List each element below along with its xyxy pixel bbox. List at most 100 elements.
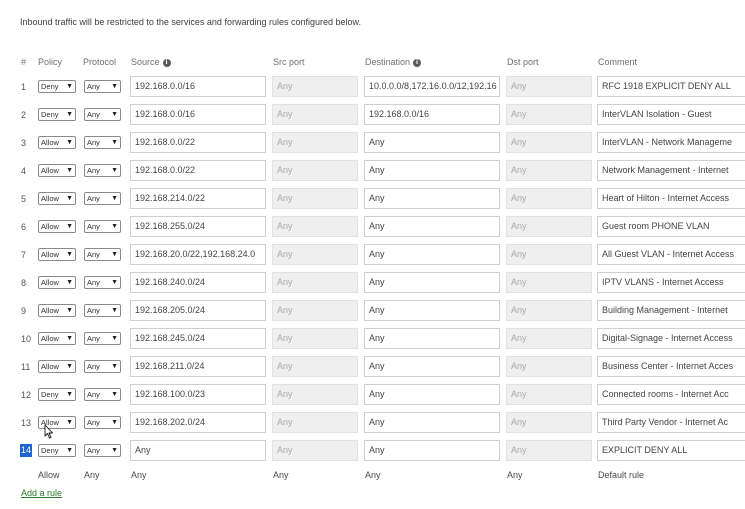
source-input[interactable]: 192.168.214.0/22 — [130, 188, 266, 209]
protocol-select[interactable]: Any ▼ — [84, 220, 121, 233]
src-port-input[interactable]: Any — [272, 384, 358, 405]
protocol-select[interactable]: Any ▼ — [84, 164, 121, 177]
destination-input[interactable]: Any — [364, 356, 500, 377]
comment-input[interactable]: Building Management - Internet — [597, 300, 745, 321]
dst-port-input[interactable]: Any — [506, 300, 592, 321]
dst-port-input[interactable]: Any — [506, 440, 592, 461]
add-rule-link[interactable]: Add a rule — [21, 488, 62, 498]
info-icon[interactable]: i — [162, 58, 171, 67]
source-input[interactable]: 192.168.245.0/24 — [130, 328, 266, 349]
comment-input[interactable]: RFC 1918 EXPLICIT DENY ALL — [597, 76, 745, 97]
source-input[interactable]: 192.168.202.0/24 — [130, 412, 266, 433]
destination-input[interactable]: Any — [364, 412, 500, 433]
destination-input[interactable]: 192.168.0.0/16 — [364, 104, 500, 125]
src-port-input[interactable]: Any — [272, 328, 358, 349]
src-port-input[interactable]: Any — [272, 132, 358, 153]
src-port-input[interactable]: Any — [272, 356, 358, 377]
dst-port-input[interactable]: Any — [506, 216, 592, 237]
comment-input[interactable]: InterVLAN Isolation - Guest — [597, 104, 745, 125]
destination-input[interactable]: Any — [364, 440, 500, 461]
src-port-input[interactable]: Any — [272, 160, 358, 181]
source-input[interactable]: 192.168.20.0/22,192.168.24.0 — [130, 244, 266, 265]
dst-port-input[interactable]: Any — [506, 104, 592, 125]
source-input[interactable]: 192.168.100.0/23 — [130, 384, 266, 405]
src-port-input[interactable]: Any — [272, 188, 358, 209]
protocol-select[interactable]: Any ▼ — [84, 444, 121, 457]
src-port-input[interactable]: Any — [272, 440, 358, 461]
dst-port-input[interactable]: Any — [506, 132, 592, 153]
policy-select[interactable]: Deny ▼ — [38, 444, 76, 457]
destination-input[interactable]: Any — [364, 244, 500, 265]
protocol-select[interactable]: Any ▼ — [84, 304, 121, 317]
src-port-input[interactable]: Any — [272, 412, 358, 433]
source-input[interactable]: 192.168.0.0/16 — [130, 104, 266, 125]
protocol-select[interactable]: Any ▼ — [84, 360, 121, 373]
protocol-select[interactable]: Any ▼ — [84, 192, 121, 205]
comment-input[interactable]: Business Center - Internet Acces — [597, 356, 745, 377]
protocol-select[interactable]: Any ▼ — [84, 108, 121, 121]
comment-input[interactable]: IPTV VLANS - Internet Access — [597, 272, 745, 293]
destination-input[interactable]: Any — [364, 300, 500, 321]
source-input[interactable]: 192.168.0.0/22 — [130, 132, 266, 153]
destination-input[interactable]: Any — [364, 132, 500, 153]
comment-input[interactable]: Network Management - Internet — [597, 160, 745, 181]
policy-select[interactable]: Deny ▼ — [38, 80, 76, 93]
protocol-select[interactable]: Any ▼ — [84, 276, 121, 289]
source-input[interactable]: 192.168.240.0/24 — [130, 272, 266, 293]
protocol-select[interactable]: Any ▼ — [84, 248, 121, 261]
comment-input[interactable]: All Guest VLAN - Internet Access — [597, 244, 745, 265]
src-port-input[interactable]: Any — [272, 76, 358, 97]
comment-input[interactable]: InterVLAN - Network Manageme — [597, 132, 745, 153]
protocol-select[interactable]: Any ▼ — [84, 416, 121, 429]
info-icon[interactable]: i — [413, 58, 422, 67]
source-input[interactable]: 192.168.255.0/24 — [130, 216, 266, 237]
comment-input[interactable]: Heart of Hilton - Internet Access — [597, 188, 745, 209]
destination-input[interactable]: 10.0.0.0/8,172.16.0.0/12,192.16 — [364, 76, 500, 97]
comment-input[interactable]: EXPLICIT DENY ALL — [597, 440, 745, 461]
policy-select[interactable]: Allow ▼ — [38, 304, 76, 317]
source-input[interactable]: 192.168.205.0/24 — [130, 300, 266, 321]
comment-input[interactable]: Connected rooms - Internet Acc — [597, 384, 745, 405]
protocol-select[interactable]: Any ▼ — [84, 332, 121, 345]
policy-select[interactable]: Allow ▼ — [38, 276, 76, 289]
policy-select[interactable]: Allow ▼ — [38, 192, 76, 205]
src-port-input[interactable]: Any — [272, 104, 358, 125]
policy-select[interactable]: Allow ▼ — [38, 220, 76, 233]
dst-port-input[interactable]: Any — [506, 272, 592, 293]
comment-input[interactable]: Guest room PHONE VLAN — [597, 216, 745, 237]
comment-input[interactable]: Digital-Signage - Internet Access — [597, 328, 745, 349]
policy-select[interactable]: Deny ▼ — [38, 388, 76, 401]
destination-input[interactable]: Any — [364, 216, 500, 237]
source-input[interactable]: Any — [130, 440, 266, 461]
src-port-input[interactable]: Any — [272, 272, 358, 293]
policy-select[interactable]: Allow ▼ — [38, 136, 76, 149]
destination-input[interactable]: Any — [364, 272, 500, 293]
policy-select[interactable]: Allow ▼ — [38, 332, 76, 345]
source-input[interactable]: 192.168.0.0/16 — [130, 76, 266, 97]
dst-port-input[interactable]: Any — [506, 244, 592, 265]
destination-input[interactable]: Any — [364, 328, 500, 349]
protocol-select[interactable]: Any ▼ — [84, 388, 121, 401]
policy-select[interactable]: Allow ▼ — [38, 360, 76, 373]
dst-port-input[interactable]: Any — [506, 76, 592, 97]
protocol-select[interactable]: Any ▼ — [84, 136, 121, 149]
destination-input[interactable]: Any — [364, 160, 500, 181]
policy-select[interactable]: Deny ▼ — [38, 108, 76, 121]
dst-port-input[interactable]: Any — [506, 160, 592, 181]
dst-port-input[interactable]: Any — [506, 356, 592, 377]
dst-port-input[interactable]: Any — [506, 328, 592, 349]
dst-port-input[interactable]: Any — [506, 188, 592, 209]
protocol-select[interactable]: Any ▼ — [84, 80, 121, 93]
dst-port-input[interactable]: Any — [506, 412, 592, 433]
src-port-input[interactable]: Any — [272, 216, 358, 237]
source-input[interactable]: 192.168.211.0/24 — [130, 356, 266, 377]
policy-select[interactable]: Allow ▼ — [38, 164, 76, 177]
src-port-input[interactable]: Any — [272, 244, 358, 265]
src-port-input[interactable]: Any — [272, 300, 358, 321]
policy-select[interactable]: Allow ▼ — [38, 248, 76, 261]
destination-input[interactable]: Any — [364, 188, 500, 209]
comment-input[interactable]: Third Party Vendor - Internet Ac — [597, 412, 745, 433]
dst-port-input[interactable]: Any — [506, 384, 592, 405]
destination-input[interactable]: Any — [364, 384, 500, 405]
source-input[interactable]: 192.168.0.0/22 — [130, 160, 266, 181]
